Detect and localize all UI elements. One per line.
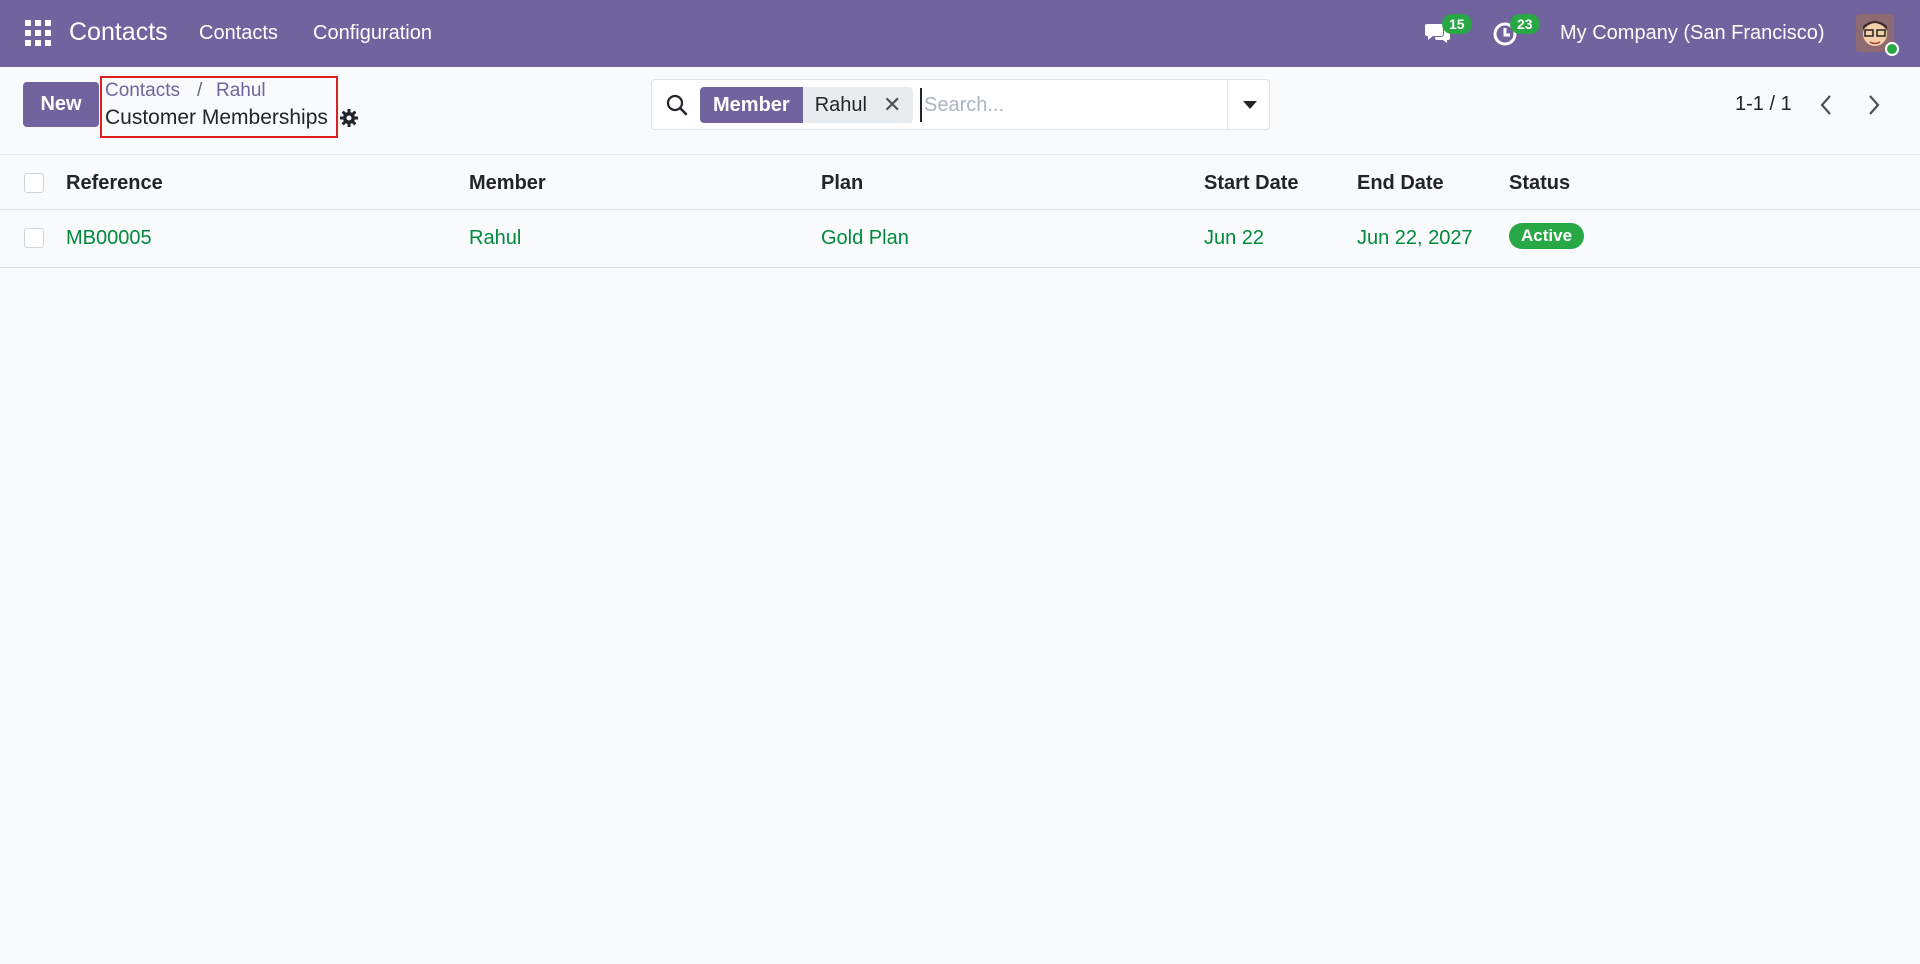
cell-member[interactable]: Rahul [469,227,521,250]
page-title: Customer Memberships [105,106,328,129]
facet-value-text: Rahul [814,94,867,116]
menu-configuration[interactable]: Configuration [313,22,432,45]
table-row[interactable]: MB00005 Rahul Gold Plan Jun 22 Jun 22, 2… [0,210,1920,268]
search-bar: Member Rahul ✕ [651,79,1270,130]
breadcrumb-rahul[interactable]: Rahul [216,80,266,102]
breadcrumb-contacts[interactable]: Contacts [105,80,180,102]
cell-start-date[interactable]: Jun 22 [1204,227,1264,250]
messages-count-badge: 15 [1442,14,1472,34]
chevron-left-icon [1820,95,1831,115]
cell-plan[interactable]: Gold Plan [821,227,909,250]
facet-label: Member [700,87,803,123]
select-all-checkbox[interactable] [24,173,44,193]
column-plan[interactable]: Plan [821,172,863,195]
online-status-dot [1885,42,1899,56]
column-status[interactable]: Status [1509,172,1570,195]
search-icon[interactable] [666,94,688,116]
pager-next-button[interactable] [1860,90,1888,120]
column-end-date[interactable]: End Date [1357,172,1444,195]
app-name[interactable]: Contacts [69,18,168,47]
caret-down-icon [1243,101,1257,109]
apps-grid-icon[interactable] [25,20,51,46]
cell-reference[interactable]: MB00005 [66,227,152,250]
chevron-right-icon [1869,95,1880,115]
activities-count-badge: 23 [1510,14,1540,34]
search-options-toggle[interactable] [1227,80,1269,129]
pager-value[interactable]: 1-1 / 1 [1735,93,1792,116]
search-facet-member: Member Rahul ✕ [700,87,914,123]
pager-previous-button[interactable] [1812,90,1840,120]
company-switcher[interactable]: My Company (San Francisco) [1560,22,1825,45]
menu-contacts[interactable]: Contacts [199,22,278,45]
new-button[interactable]: New [23,82,99,127]
activities-button[interactable]: 23 [1492,14,1540,48]
row-checkbox[interactable] [24,228,44,248]
facet-value: Rahul ✕ [802,87,914,123]
column-start-date[interactable]: Start Date [1204,172,1298,195]
messages-button[interactable]: 15 [1424,14,1472,48]
gear-icon[interactable] [339,108,359,128]
search-input[interactable] [920,88,1220,122]
close-icon[interactable]: ✕ [883,87,901,123]
column-member[interactable]: Member [469,172,546,195]
cell-end-date[interactable]: Jun 22, 2027 [1357,227,1473,250]
avatar[interactable] [1856,14,1899,56]
table-header: Reference Member Plan Start Date End Dat… [0,154,1920,210]
column-reference[interactable]: Reference [66,172,163,195]
top-navbar: Contacts Contacts Configuration 15 23 My… [0,0,1920,67]
status-badge: Active [1509,223,1585,249]
breadcrumb-separator: / [197,80,203,101]
